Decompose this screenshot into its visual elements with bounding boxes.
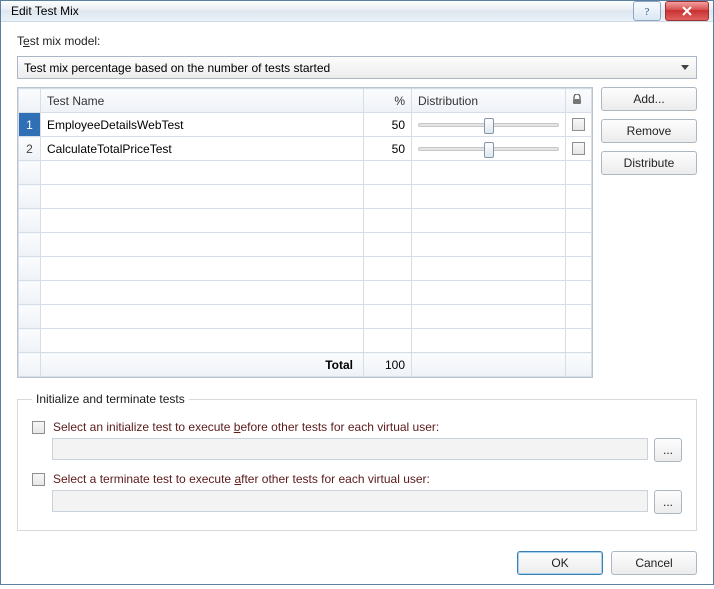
initialize-browse-button[interactable]: ... [654, 438, 682, 462]
initialize-checkbox[interactable] [32, 421, 45, 434]
table-row-empty [19, 185, 592, 209]
terminate-browse-button[interactable]: ... [654, 490, 682, 514]
remove-button-label: Remove [627, 124, 672, 138]
ok-button[interactable]: OK [517, 551, 603, 575]
slider-thumb[interactable] [484, 118, 494, 134]
lock-checkbox[interactable] [572, 118, 585, 131]
initialize-row: Select an initialize test to execute bef… [32, 420, 682, 434]
table-row-empty [19, 161, 592, 185]
row-distribution [412, 137, 566, 161]
mid-row: Test Name % Distribution 1 EmployeeDetai… [17, 87, 697, 378]
table-row-empty [19, 257, 592, 281]
table-row-empty [19, 281, 592, 305]
chevron-down-icon [676, 58, 694, 77]
browse-label: ... [663, 495, 673, 509]
header-lock [566, 89, 592, 113]
table-header-row: Test Name % Distribution [19, 89, 592, 113]
dialog-window: Edit Test Mix ? Test mix model: Test mix… [0, 0, 714, 585]
init-terminate-group: Initialize and terminate tests Select an… [17, 392, 697, 531]
header-percent: % [364, 89, 412, 113]
row-index: 1 [19, 113, 41, 137]
initialize-path-input[interactable] [52, 438, 648, 460]
model-label: Test mix model: [17, 34, 697, 48]
header-index [19, 89, 41, 113]
row-percent[interactable]: 50 [364, 137, 412, 161]
add-button[interactable]: Add... [601, 87, 697, 111]
add-button-label: Add... [633, 92, 664, 106]
table-row[interactable]: 1 EmployeeDetailsWebTest 50 [19, 113, 592, 137]
header-distribution: Distribution [412, 89, 566, 113]
row-lock [566, 113, 592, 137]
terminate-checkbox[interactable] [32, 473, 45, 486]
ok-button-label: OK [551, 556, 568, 570]
cancel-button[interactable]: Cancel [611, 551, 697, 575]
row-name[interactable]: EmployeeDetailsWebTest [41, 113, 364, 137]
dialog-footer: OK Cancel [1, 543, 713, 589]
table-row-empty [19, 305, 592, 329]
cancel-button-label: Cancel [635, 556, 672, 570]
distribute-button[interactable]: Distribute [601, 151, 697, 175]
row-name[interactable]: CalculateTotalPriceTest [41, 137, 364, 161]
table-row-empty [19, 233, 592, 257]
model-dropdown[interactable]: Test mix percentage based on the number … [17, 56, 697, 79]
model-label-accel: e [23, 34, 30, 48]
lock-icon [572, 94, 582, 105]
header-name: Test Name [41, 89, 364, 113]
help-button[interactable]: ? [633, 1, 661, 21]
side-buttons: Add... Remove Distribute [601, 87, 697, 378]
total-label: Total [41, 353, 364, 377]
init-terminate-legend: Initialize and terminate tests [32, 392, 189, 406]
row-percent[interactable]: 50 [364, 113, 412, 137]
initialize-path-row: ... [52, 438, 682, 462]
row-lock [566, 137, 592, 161]
slider-thumb[interactable] [484, 142, 494, 158]
content-area: Test mix model: Test mix percentage base… [1, 22, 713, 543]
terminate-row: Select a terminate test to execute after… [32, 472, 682, 486]
window-title: Edit Test Mix [11, 4, 633, 18]
test-mix-table-wrap: Test Name % Distribution 1 EmployeeDetai… [17, 87, 593, 378]
lock-checkbox[interactable] [572, 142, 585, 155]
terminate-path-input[interactable] [52, 490, 648, 512]
titlebar: Edit Test Mix ? [1, 1, 713, 22]
terminate-path-row: ... [52, 490, 682, 514]
distribute-button-label: Distribute [624, 156, 675, 170]
row-index: 2 [19, 137, 41, 161]
terminate-label: Select a terminate test to execute after… [53, 472, 430, 486]
remove-button[interactable]: Remove [601, 119, 697, 143]
initialize-label: Select an initialize test to execute bef… [53, 420, 439, 434]
browse-label: ... [663, 443, 673, 457]
total-value: 100 [364, 353, 412, 377]
model-label-post: st mix model: [30, 34, 101, 48]
test-mix-table: Test Name % Distribution 1 EmployeeDetai… [18, 88, 592, 377]
distribution-slider[interactable] [418, 147, 559, 151]
table-row-empty [19, 209, 592, 233]
window-buttons: ? [633, 1, 709, 21]
distribution-slider[interactable] [418, 123, 559, 127]
table-row[interactable]: 2 CalculateTotalPriceTest 50 [19, 137, 592, 161]
table-row-empty [19, 329, 592, 353]
svg-text:?: ? [645, 6, 650, 17]
model-dropdown-value: Test mix percentage based on the number … [24, 61, 330, 75]
close-button[interactable] [665, 1, 709, 21]
row-distribution [412, 113, 566, 137]
table-total-row: Total 100 [19, 353, 592, 377]
